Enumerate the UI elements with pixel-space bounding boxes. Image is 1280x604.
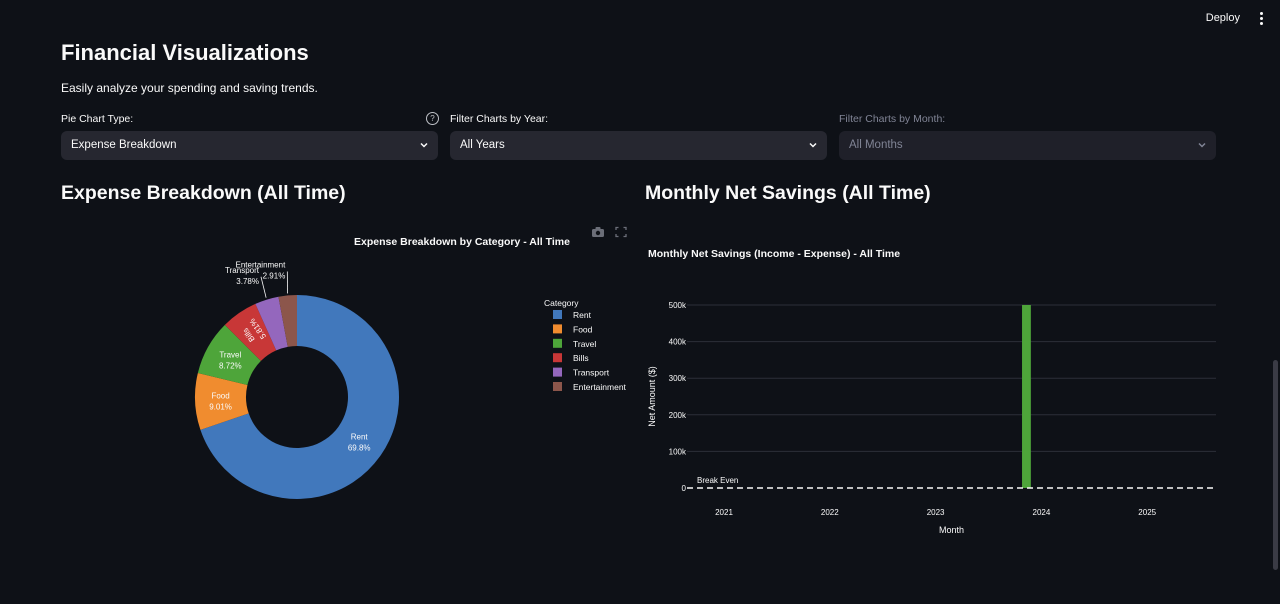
- x-tick-label: 2025: [1138, 508, 1156, 517]
- x-axis-label: Month: [939, 525, 964, 535]
- pie-label-percent: 69.8%: [348, 444, 371, 453]
- y-tick-label: 300k: [669, 374, 687, 383]
- x-tick-label: 2022: [821, 508, 839, 517]
- chevron-down-icon: [420, 142, 428, 148]
- page-subtitle: Easily analyze your spending and saving …: [61, 81, 318, 95]
- legend-item-transport[interactable]: Transport: [573, 368, 610, 378]
- pie-label-percent: 2.91%: [263, 272, 286, 281]
- legend-item-travel[interactable]: Travel: [573, 339, 596, 349]
- pie-chart-title: Expense Breakdown by Category - All Time: [354, 236, 570, 248]
- x-tick-label: 2023: [927, 508, 945, 517]
- month-filter-select: All Months: [839, 131, 1216, 160]
- legend-item-food[interactable]: Food: [573, 324, 593, 334]
- bar-chart-title: Monthly Net Savings (Income - Expense) -…: [648, 248, 900, 260]
- year-filter-value: All Years: [460, 139, 505, 151]
- page-scrollbar[interactable]: [1273, 360, 1278, 570]
- x-tick-label: 2024: [1033, 508, 1051, 517]
- legend-item-bills[interactable]: Bills: [573, 353, 589, 363]
- legend-swatch: [553, 353, 562, 363]
- pie-label-name: Travel: [219, 351, 241, 360]
- chevron-down-icon: [809, 142, 817, 148]
- pie-label-percent: 8.72%: [219, 362, 242, 371]
- legend-swatch: [553, 367, 562, 377]
- y-tick-label: 0: [682, 484, 687, 493]
- break-even-label: Break Even: [697, 476, 738, 485]
- app-header: Deploy: [0, 0, 1280, 40]
- pie-label-name: Entertainment: [236, 261, 287, 270]
- pie-type-value: Expense Breakdown: [71, 139, 177, 151]
- legend-swatch: [553, 310, 562, 319]
- legend-swatch: [553, 382, 562, 391]
- pie-label-percent: 3.78%: [236, 277, 259, 286]
- legend-swatch: [553, 338, 562, 348]
- page-title: Financial Visualizations: [61, 40, 309, 65]
- y-tick-label: 500k: [669, 301, 687, 310]
- legend-swatch: [553, 324, 562, 334]
- main-menu-icon[interactable]: [1256, 10, 1266, 26]
- deploy-button[interactable]: Deploy: [1206, 12, 1240, 24]
- expense-donut-chart: Expense Breakdown by Category - All Time…: [195, 236, 627, 499]
- pie-label-name: Food: [211, 391, 229, 400]
- chevron-down-icon: [1198, 142, 1206, 148]
- legend-item-rent[interactable]: Rent: [573, 310, 592, 320]
- legend-item-entertainment[interactable]: Entertainment: [573, 382, 627, 392]
- pie-type-label: Pie Chart Type:: [61, 113, 134, 125]
- pie-label-name: Rent: [351, 433, 369, 442]
- y-axis-label: Net Amount ($): [647, 366, 657, 427]
- y-tick-label: 400k: [669, 338, 687, 347]
- expense-breakdown-heading: Expense Breakdown (All Time): [61, 182, 346, 204]
- legend-title: Category: [544, 298, 579, 308]
- net-savings-bar-chart: Monthly Net Savings (Income - Expense) -…: [647, 248, 1216, 535]
- pie-label-percent: 9.01%: [209, 402, 232, 411]
- y-tick-label: 100k: [669, 447, 687, 456]
- y-tick-label: 200k: [669, 411, 687, 420]
- month-filter-label: Filter Charts by Month:: [839, 113, 946, 125]
- net-savings-bar[interactable]: [1022, 305, 1031, 488]
- month-filter-value: All Months: [849, 139, 903, 151]
- year-filter-label: Filter Charts by Year:: [450, 113, 549, 125]
- help-icon[interactable]: ?: [426, 112, 439, 125]
- x-tick-label: 2021: [715, 508, 733, 517]
- year-filter-select[interactable]: All Years: [450, 131, 827, 160]
- net-savings-heading: Monthly Net Savings (All Time): [645, 182, 931, 204]
- pie-type-select[interactable]: Expense Breakdown: [61, 131, 438, 160]
